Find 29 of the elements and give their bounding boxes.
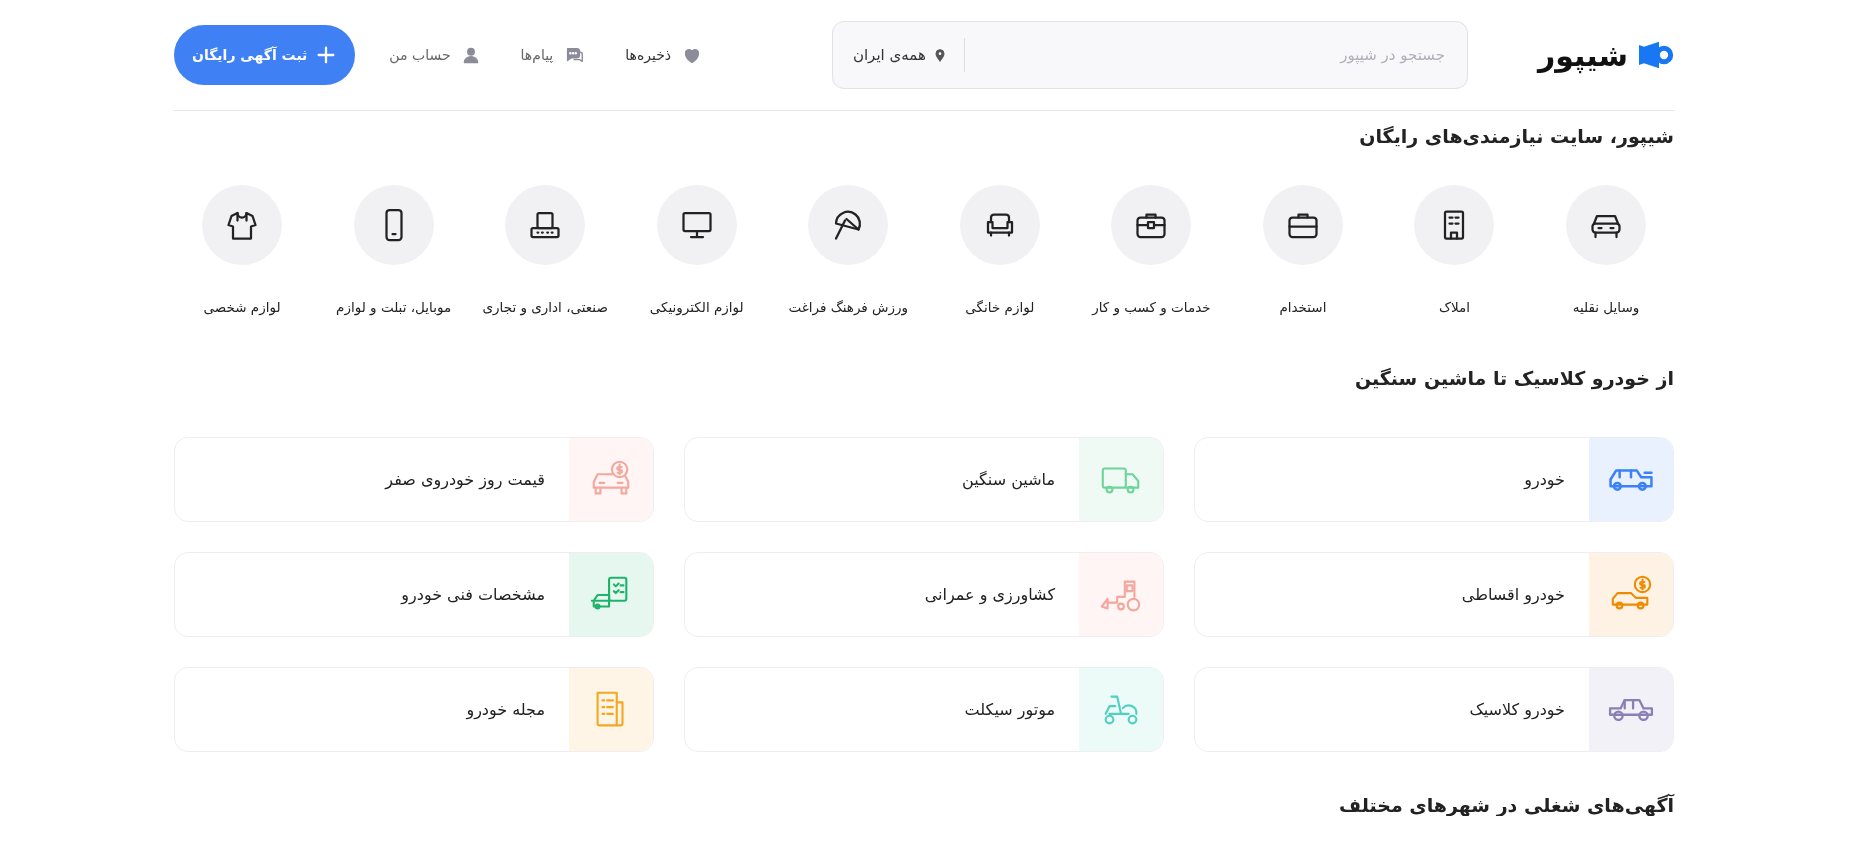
category-card[interactable]: مجله خودرو [174, 667, 654, 752]
category-card[interactable]: موتور سیکلت [684, 667, 1164, 752]
location-selector[interactable]: همه‌ی ایران [836, 38, 965, 72]
category-card[interactable]: خودرو اقساطی [1194, 552, 1674, 637]
nav-link[interactable]: پیام‌ها [520, 44, 586, 66]
category-link[interactable]: لوازم خانگی [931, 185, 1068, 315]
section-title: از خودرو کلاسیک تا ماشین سنگین [1353, 367, 1674, 389]
category-link[interactable]: صنعتی، اداری و تجاری [477, 185, 614, 315]
category-link[interactable]: ورزش فرهنگ فراغت [780, 185, 917, 315]
category-card[interactable]: خودرو [1194, 437, 1674, 522]
category-link[interactable]: وسایل نقلیه [1538, 185, 1674, 315]
category-card[interactable]: قیمت روز خودروی صفر [174, 437, 654, 522]
category-link[interactable]: موبایل، تبلت و لوازم [325, 185, 462, 315]
category-link[interactable]: املاک [1386, 185, 1523, 315]
section-title: شیپور، سایت نیازمندی‌های رایگان [1358, 125, 1674, 147]
category-link[interactable]: خدمات و کسب و کار [1083, 185, 1220, 315]
section-title: آگهی‌های شغلی در شهرهای مختلف [1338, 794, 1674, 816]
category-card[interactable]: مشخصات فنی خودرو [174, 552, 654, 637]
search-field[interactable]: جستجو در شیپور همه‌ی ایران [831, 21, 1468, 89]
category-link[interactable]: لوازم الکترونیکی [628, 185, 765, 315]
nav-link[interactable]: ذخیره‌ها [625, 44, 704, 66]
category-card[interactable]: خودرو کلاسیک [1194, 667, 1674, 752]
category-card[interactable]: کشاورزی و عمرانی [684, 552, 1164, 637]
nav-link[interactable]: حساب من [389, 45, 481, 65]
category-card[interactable]: ماشین سنگین [684, 437, 1164, 522]
logo[interactable]: شیپور [1537, 35, 1674, 75]
category-link[interactable]: استخدام [1234, 185, 1371, 315]
category-link[interactable]: لوازم شخصی [174, 185, 311, 315]
post-ad-button[interactable]: ثبت آگهی رایگان [174, 25, 356, 85]
